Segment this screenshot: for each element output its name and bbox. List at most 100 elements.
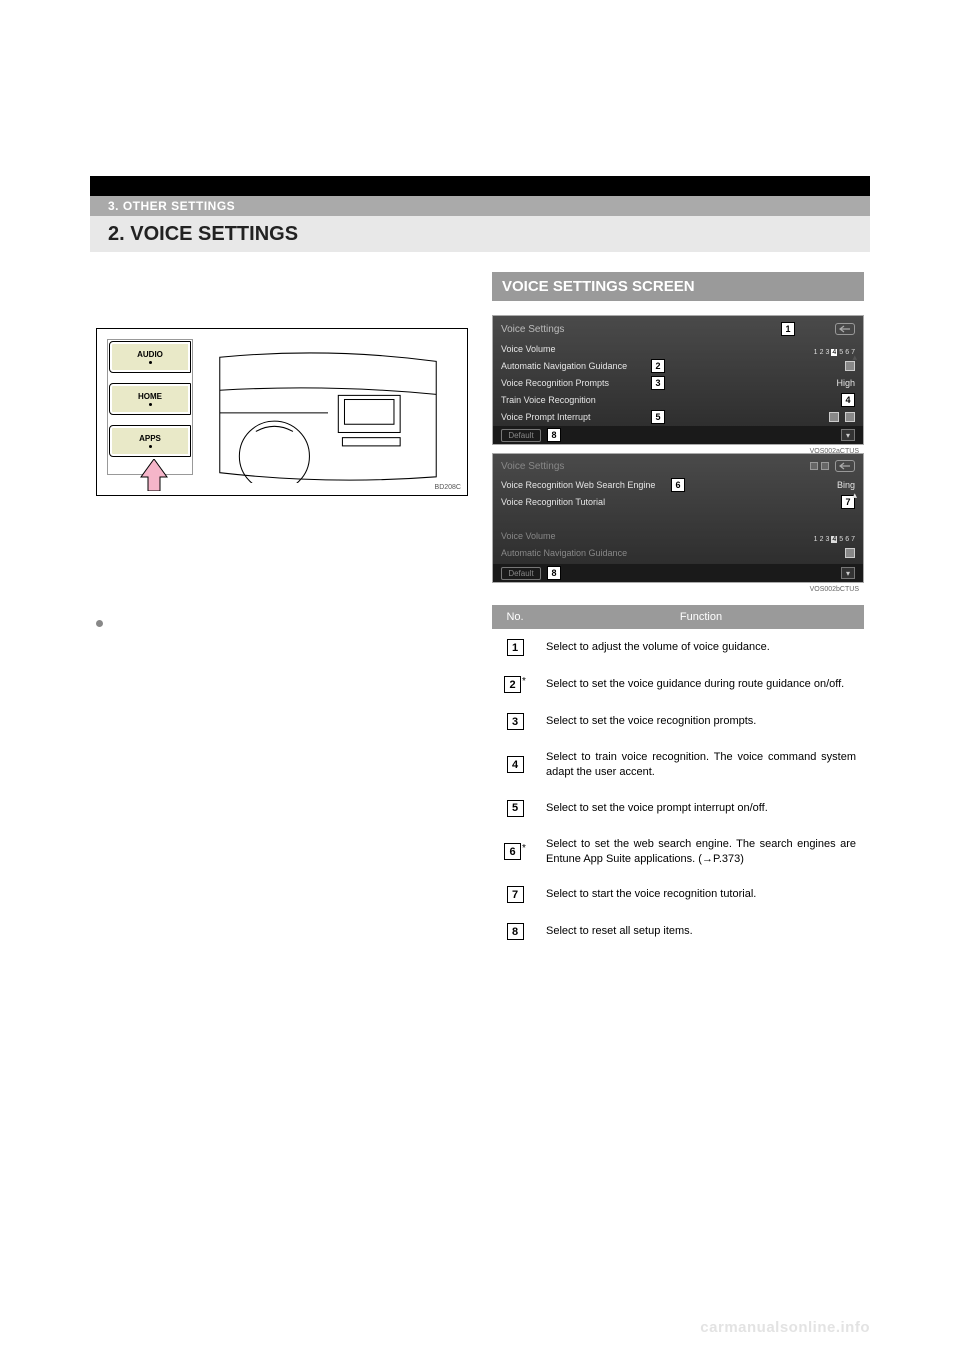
table-row: 2* Select to set the voice guidance duri… [492,666,864,703]
table-row: 3 Select to set the voice recognition pr… [492,703,864,740]
page-up-icon[interactable]: ▴ [852,352,857,363]
row-label: Voice Volume [501,531,651,541]
function-description: Select to reset all setup items. [538,913,864,950]
subsection-heading-text: VOICE SETTINGS SCREEN [502,278,695,295]
callout-8: 8 [547,428,561,442]
table-row: 1 Select to adjust the volume of voice g… [492,629,864,666]
default-button[interactable]: Default [501,567,541,580]
callout-6: 6 [671,478,685,492]
dashboard-illustration [197,349,459,483]
screenshot-title-bar: Voice Settings 1 [493,316,863,340]
subsection-heading: VOICE SETTINGS SCREEN [492,272,864,301]
press-arrow-icon [139,459,169,491]
callout-3: 3 [651,376,665,390]
function-description: Select to set the voice guidance during … [538,666,864,703]
function-description: Select to set the web search engine. The… [538,827,864,877]
table-row: 4 Select to train voice recognition. The… [492,740,864,790]
callout-box: 6 [504,843,521,860]
row-web-search-engine[interactable]: Voice Recognition Web Search Engine 6 Bi… [493,476,863,493]
callout-5: 5 [651,410,665,424]
bullet-icon [96,620,103,627]
row-voice-volume-2[interactable]: Voice Volume 1 2 3 4 5 6 7 [493,527,863,544]
callout-box: 7 [507,886,524,903]
row-auto-nav-guidance[interactable]: Automatic Navigation Guidance 2 [493,357,863,374]
bullet-item [96,616,468,627]
physical-button-stack: AUDIO HOME APPS [109,341,191,467]
voice-settings-screenshot-2: Voice Settings Voice Recognition Web Sea… [492,453,864,583]
callout-box: 1 [507,639,524,656]
table-row: 8 Select to reset all setup items. [492,913,864,950]
signal-icon [810,462,818,470]
screenshot-footer: Default 8 ▾ [493,564,863,582]
callout-8: 8 [547,566,561,580]
button-indicator-dot [149,445,152,448]
status-icon [821,462,829,470]
callout-box: 5 [507,800,524,817]
asterisk-icon: * [522,843,526,854]
default-button[interactable]: Default [501,429,541,442]
left-column: AUDIO HOME APPS [96,272,468,950]
page-title-bar: 2. VOICE SETTINGS [90,216,870,252]
row-voice-recognition-prompts[interactable]: Voice Recognition Prompts 3 High [493,374,863,391]
callout-2: 2 [651,359,665,373]
row-label: Voice Recognition Prompts [501,378,651,388]
table-header-function: Function [538,605,864,629]
callout-box: 8 [507,923,524,940]
table-header-row: No. Function [492,605,864,629]
audio-button[interactable]: AUDIO [109,341,191,373]
row-spacer [493,510,863,527]
row-label: Train Voice Recognition [501,395,651,405]
volume-scale[interactable]: 1 2 3 4 5 6 7 [814,342,855,356]
screenshot-title: Voice Settings [501,461,564,472]
screenshot-title: Voice Settings [501,324,564,335]
callout-box: 4 [507,756,524,773]
toggle-icon[interactable] [829,412,839,422]
function-description: Select to set the voice recognition prom… [538,703,864,740]
table-row: 7 Select to start the voice recognition … [492,876,864,913]
section-label-bar: 3. OTHER SETTINGS [90,196,870,216]
volume-scale[interactable]: 1 2 3 4 5 6 7 [814,529,855,543]
back-icon[interactable] [835,460,855,472]
toggle-icon[interactable] [845,412,855,422]
row-value: Bing [837,480,855,490]
table-row: 5 Select to set the voice prompt interru… [492,790,864,827]
home-button-label: HOME [138,392,162,401]
manual-page: 3. OTHER SETTINGS 2. VOICE SETTINGS AUDI… [0,0,960,1358]
row-voice-recognition-tutorial[interactable]: Voice Recognition Tutorial 7 [493,493,863,510]
section-label: 3. OTHER SETTINGS [108,199,235,213]
row-train-voice-recognition[interactable]: Train Voice Recognition 4 [493,391,863,408]
right-column: VOICE SETTINGS SCREEN Voice Settings 1 V… [492,272,864,950]
audio-button-label: AUDIO [137,350,163,359]
checkbox-icon[interactable] [845,548,855,558]
asterisk-icon: * [522,676,526,687]
figure-code: BD208C [435,484,461,491]
function-description: Select to set the voice prompt interrupt… [538,790,864,827]
button-indicator-dot [149,361,152,364]
voice-settings-screenshot-1: Voice Settings 1 Voice Volume 1 2 3 [492,315,864,445]
callout-box: 2 [504,676,521,693]
watermark: carmanualsonline.info [700,1319,870,1336]
function-description: Select to adjust the volume of voice gui… [538,629,864,666]
vehicle-button-figure: AUDIO HOME APPS [96,328,468,496]
row-label: Voice Volume [501,344,651,354]
callout-1: 1 [781,322,795,336]
row-voice-volume[interactable]: Voice Volume 1 2 3 4 5 6 7 [493,340,863,357]
two-column-layout: AUDIO HOME APPS [96,272,864,950]
back-icon[interactable] [835,323,855,335]
page-title: 2. VOICE SETTINGS [108,223,298,246]
row-label: Voice Recognition Web Search Engine [501,480,671,490]
row-label: Automatic Navigation Guidance [501,361,651,371]
apps-button-label: APPS [139,434,161,443]
page-up-icon[interactable]: ▴ [852,490,857,501]
row-auto-nav-guidance-2[interactable]: Automatic Navigation Guidance [493,544,863,561]
callout-box: 3 [507,713,524,730]
home-button[interactable]: HOME [109,383,191,415]
function-table: No. Function 1 Select to adjust the volu… [492,605,864,950]
apps-button[interactable]: APPS [109,425,191,457]
callout-4: 4 [841,393,855,407]
table-header-no: No. [492,605,538,629]
page-down-icon[interactable]: ▾ [841,567,855,579]
header-black-bar [90,176,870,196]
row-voice-prompt-interrupt[interactable]: Voice Prompt Interrupt 5 [493,408,863,425]
page-down-icon[interactable]: ▾ [841,429,855,441]
